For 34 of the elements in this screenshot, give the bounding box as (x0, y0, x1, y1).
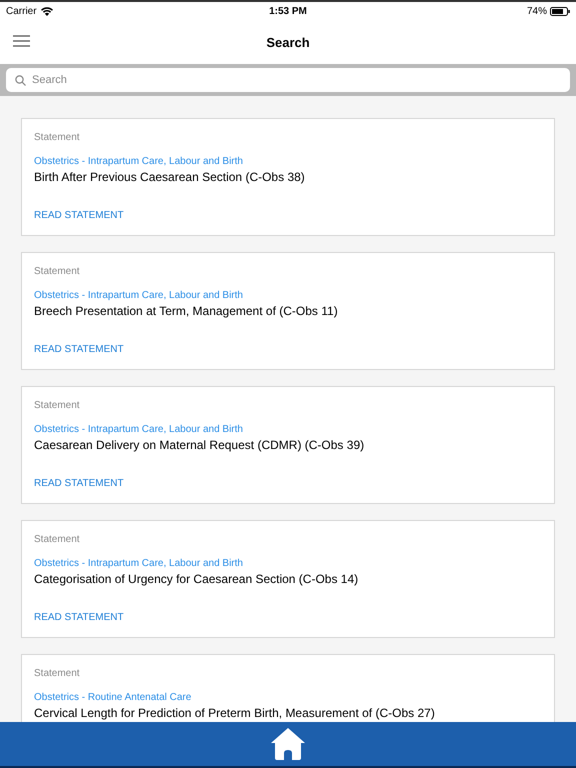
result-type: Statement (34, 132, 81, 143)
result-card[interactable]: Statement Obstetrics - Intrapartum Care, Labour and Birth Caesarean Delivery on Maternal Request (CDMR) (C-Obs 39) READ STATEMENT (21, 386, 555, 504)
result-type: Statement (34, 668, 81, 679)
battery-percent: 74% (526, 6, 547, 16)
result-title: Categorisation of Urgency for Caesarean Section (C-Obs 14) (34, 572, 360, 586)
result-type: Statement (34, 266, 81, 277)
menu-icon[interactable] (13, 35, 30, 47)
result-card[interactable]: Statement Obstetrics - Routine Antenatal Care Cervical Length for Prediction of Preterm Birth, Measurement of (C-Obs 27) (21, 654, 555, 722)
search-icon (15, 74, 26, 86)
read-statement-link[interactable]: READ STATEMENT (34, 210, 542, 221)
battery-icon (550, 6, 570, 16)
result-card[interactable]: Statement Obstetrics - Intrapartum Care, Labour and Birth Categorisation of Urgency for Caesarean Section (C-Obs 14) READ STATEMENT (21, 520, 555, 638)
result-title: Cervical Length for Prediction of Preterm Birth, Measurement of (C-Obs 27) (34, 706, 436, 720)
screen-title: Search (266, 34, 310, 50)
result-title: Birth After Previous Caesarean Section (C-Obs 38) (34, 170, 306, 184)
result-card[interactable]: Statement Obstetrics - Intrapartum Care, Labour and Birth Breech Presentation at Term, Management of (C-Obs 11) READ STATEMENT (21, 252, 555, 370)
result-category: Obstetrics - Intrapartum Care, Labour and Birth (34, 290, 244, 301)
result-type: Statement (34, 534, 81, 545)
result-category: Obstetrics - Intrapartum Care, Labour and Birth (34, 156, 244, 167)
result-category: Obstetrics - Intrapartum Care, Labour and Birth (34, 558, 244, 569)
home-icon[interactable] (271, 728, 305, 760)
search-field[interactable]: Search (6, 68, 570, 92)
clock-time: 1:53 PM (269, 6, 307, 16)
result-category: Obstetrics - Intrapartum Care, Labour and Birth (34, 424, 244, 435)
read-statement-link[interactable]: READ STATEMENT (34, 478, 542, 489)
wifi-icon (40, 6, 53, 16)
result-category: Obstetrics - Routine Antenatal Care (34, 692, 192, 703)
read-statement-link[interactable]: READ STATEMENT (34, 612, 542, 623)
read-statement-link[interactable]: READ STATEMENT (34, 344, 542, 355)
result-card[interactable]: Statement Obstetrics - Intrapartum Care, Labour and Birth Birth After Previous Caesarean Section (C-Obs 38) READ STATEMENT (21, 118, 555, 236)
carrier-name: Carrier (6, 6, 37, 16)
result-title: Breech Presentation at Term, Management of (C-Obs 11) (34, 304, 339, 318)
result-type: Statement (34, 400, 81, 411)
result-title: Caesarean Delivery on Maternal Request (CDMR) (C-Obs 39) (34, 438, 366, 452)
